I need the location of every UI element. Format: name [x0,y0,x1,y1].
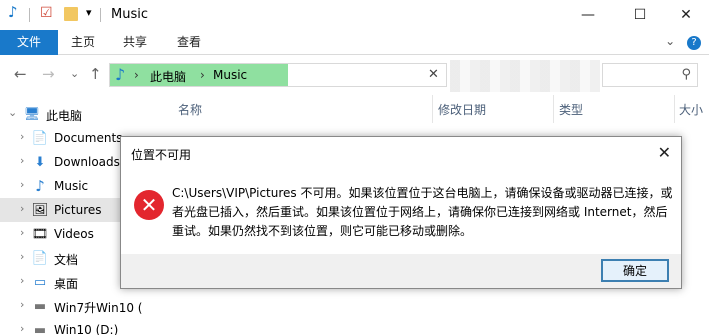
sidebar-item-label: Win10 (D:) [54,323,119,335]
recent-locations-icon[interactable]: ⌄ [70,67,79,80]
error-dialog: 位置不可用 ✕ ✕ C:\Users\VIP\Pictures 不可用。如果该位… [120,136,682,289]
sidebar-item-label: Pictures [54,203,102,217]
separator [29,8,30,22]
dialog-title: 位置不可用 [131,148,192,162]
chevron-right-icon[interactable]: › [20,154,24,167]
pc-icon: 🖥 [23,106,41,122]
pictures-icon: 🖼 [31,202,49,218]
quick-access-dropdown-icon[interactable]: ▾ [86,6,92,19]
dialog-footer: 确定 [121,254,681,288]
breadcrumb-separator-icon[interactable]: › [200,68,205,82]
column-divider[interactable] [432,95,433,123]
title-bar: ♪ ☑ ▾ Music — ☐ ✕ [0,0,709,30]
videos-icon: 🎞 [31,226,49,242]
breadcrumb-this-pc[interactable]: 此电脑 [150,68,186,85]
sidebar-item-label: 桌面 [54,277,79,291]
breadcrumb-music[interactable]: Music [213,68,247,82]
chevron-right-icon[interactable]: › [20,178,24,191]
music-icon: ♪ [35,177,45,195]
chevron-right-icon[interactable]: › [20,226,24,239]
clear-address-icon[interactable]: ✕ [428,67,439,82]
tab-share[interactable]: 共享 [111,30,159,55]
chevron-right-icon[interactable]: › [20,202,24,215]
sidebar-item-label: Win7升Win10 ( [54,301,143,315]
sidebar-item-label: Music [54,179,89,193]
chevron-right-icon[interactable]: › [20,298,24,311]
obscured-region [450,60,600,92]
search-icon: ⚲ [681,67,691,82]
help-icon[interactable]: ? [687,36,701,50]
chevron-down-icon[interactable]: ⌄ [8,106,17,119]
maximize-button[interactable]: ☐ [617,0,663,30]
sidebar-item-label: Videos [54,227,94,241]
search-input[interactable]: ⚲ [602,63,698,87]
tab-file[interactable]: 文件 [0,30,58,55]
drive-icon: ▬ [33,298,47,314]
sidebar-item-this-pc[interactable]: ⌄ 🖥 此电脑 [0,102,155,126]
dialog-close-button[interactable]: ✕ [658,143,671,162]
expand-ribbon-icon[interactable]: ⌄ [665,34,675,48]
sidebar-item-drive-c[interactable]: › ▬ Win7升Win10 ( [0,294,155,318]
breadcrumb-separator-icon[interactable]: › [134,68,139,82]
dialog-body: ✕ C:\Users\VIP\Pictures 不可用。如果该位置位于这台电脑上… [121,169,681,254]
sidebar-item-label: 文档 [54,253,79,267]
new-folder-icon[interactable] [64,7,78,21]
back-arrow-icon[interactable]: ← [14,65,27,83]
sidebar-item-label: Downloads [54,155,120,169]
address-bar[interactable]: ♪ › 此电脑 › Music ✕ [109,63,447,87]
separator [100,8,101,22]
sidebar-item-label: 此电脑 [46,109,83,123]
chevron-right-icon[interactable]: › [20,322,24,335]
document-icon: 📄 [31,250,49,266]
forward-arrow-icon[interactable]: → [42,65,55,83]
column-date[interactable]: 修改日期 [438,101,486,118]
music-icon: ♪ [115,65,126,84]
chevron-right-icon[interactable]: › [20,130,24,143]
explorer-window: ♪ ☑ ▾ Music — ☐ ✕ 文件 主页 共享 查看 ⌄ ? ← → ⌄ … [0,0,709,335]
column-divider[interactable] [553,95,554,123]
window-title: Music [111,7,148,22]
column-size[interactable]: 大小 [679,101,703,118]
column-name[interactable]: 名称 [178,101,202,118]
download-icon: ⬇ [34,154,46,170]
tab-view[interactable]: 查看 [165,30,213,55]
documents-icon: 📄 [31,130,49,146]
close-button[interactable]: ✕ [663,0,709,30]
minimize-button[interactable]: — [565,0,611,30]
sidebar-item-drive-d[interactable]: › ▬ Win10 (D:) [0,318,155,335]
ok-button[interactable]: 确定 [601,259,669,282]
sidebar-item-label: Documents [54,131,123,145]
music-app-icon: ♪ [8,3,18,21]
drive-icon: ▬ [33,322,47,335]
error-icon: ✕ [134,190,164,220]
properties-icon[interactable]: ☑ [40,5,53,21]
desktop-icon: ▭ [33,274,47,290]
dialog-title-bar: 位置不可用 ✕ [121,137,681,169]
chevron-right-icon[interactable]: › [20,250,24,263]
ribbon-tabs: 文件 主页 共享 查看 ⌄ ? [0,30,709,55]
column-type[interactable]: 类型 [559,101,583,118]
column-divider[interactable] [674,95,675,123]
up-arrow-icon[interactable]: ↑ [89,65,102,83]
dialog-message: C:\Users\VIP\Pictures 不可用。如果该位置位于这台电脑上，请… [172,186,673,238]
tab-home[interactable]: 主页 [59,30,107,55]
navigation-bar: ← → ⌄ ↑ ♪ › 此电脑 › Music ✕ ⚲ [0,56,709,94]
ribbon-controls: ⌄ ? [665,34,701,50]
chevron-right-icon[interactable]: › [20,274,24,287]
